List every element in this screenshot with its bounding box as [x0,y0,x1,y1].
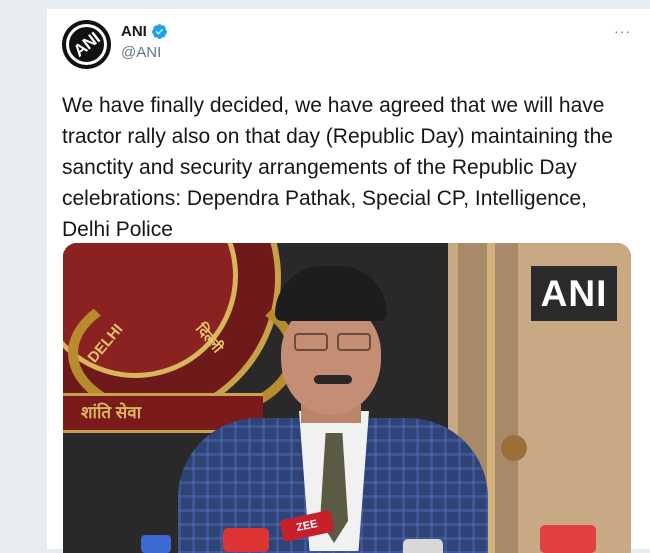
tweet-text: We have finally decided, we have agreed … [62,94,613,241]
glasses-left-lens [294,333,328,351]
glasses-right-lens [337,333,371,351]
verified-badge-icon [151,24,167,39]
tweet-media-image[interactable]: DELHI दिल्ली शांति सेवा ZEE ANI [63,243,631,553]
more-options-icon[interactable]: ··· [614,23,631,39]
display-name[interactable]: ANI [121,23,147,40]
speaker-mustache [314,375,352,384]
microphone-blue [141,535,171,553]
microphone-red-right [540,525,596,553]
microphone-white [403,539,443,553]
microphone-red-left [223,528,269,552]
tweet-card[interactable]: ANI ANI @ANI ··· We have finally decided… [46,8,650,553]
ani-watermark: ANI [531,266,617,321]
author-handle[interactable]: @ANI [121,44,161,61]
author-name-row[interactable]: ANI [121,23,168,40]
emblem-ribbon-text: शांति सेवा [81,403,142,422]
pole-knob [501,435,527,461]
profile-avatar[interactable]: ANI [62,20,111,69]
flag-pole [487,243,495,553]
